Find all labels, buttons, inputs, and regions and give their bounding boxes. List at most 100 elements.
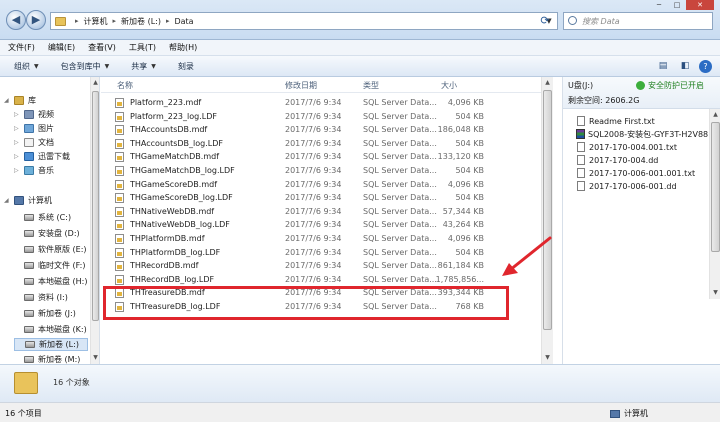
organize-button[interactable]: 组织 ▼: [14, 61, 39, 72]
text-file-icon: [577, 168, 585, 178]
burn-button[interactable]: 刻录: [178, 61, 194, 72]
scroll-thumb[interactable]: [711, 122, 720, 252]
scroll-down-icon[interactable]: ▼: [91, 352, 99, 364]
refresh-icon[interactable]: ⟳: [536, 13, 554, 29]
file-row[interactable]: THAccountsDB.mdf 2017/7/6 9:34 SQL Server …: [113, 123, 491, 137]
scroll-up-icon[interactable]: ▲: [542, 77, 553, 89]
breadcrumb-folder[interactable]: Data: [174, 17, 193, 26]
menu-file[interactable]: 文件(F): [8, 42, 35, 53]
menu-help[interactable]: 帮助(H): [169, 42, 197, 53]
nav-drive-k[interactable]: 本地磁盘 (K:): [14, 323, 87, 336]
nav-drive-j[interactable]: 新加卷 (J:): [14, 307, 76, 320]
address-bar[interactable]: ▸ 计算机 ▸ 新加卷 (L:) ▸ Data ▼: [50, 12, 558, 30]
file-row[interactable]: THGameScoreDB_log.LDF 2017/7/6 9:34 SQL Se…: [113, 191, 491, 205]
drive-icon: [24, 278, 34, 285]
expand-icon[interactable]: ▷: [14, 139, 22, 146]
nav-scrollbar[interactable]: ▲ ▼: [90, 77, 99, 364]
scroll-thumb[interactable]: [543, 90, 552, 330]
preview-file-item[interactable]: SQL2008-安装包-GYF3T-H2V88...: [576, 128, 716, 140]
minimize-button[interactable]: ─: [650, 0, 668, 10]
expand-icon[interactable]: ▷: [14, 153, 22, 160]
safe-protection-label: 安全防护已开启: [648, 81, 704, 90]
nav-drive-i[interactable]: 资料 (I:): [14, 291, 68, 304]
expand-icon[interactable]: ▷: [14, 125, 22, 132]
file-row[interactable]: THGameMatchDB_log.LDF 2017/7/6 9:34 SQL Se…: [113, 164, 491, 178]
scroll-up-icon[interactable]: ▲: [91, 77, 99, 89]
column-name[interactable]: 名称: [117, 80, 133, 91]
file-row[interactable]: THNativeWebDB_log.LDF 2017/7/6 9:34 SQL Se…: [113, 218, 491, 232]
preview-scrollbar[interactable]: ▲ ▼: [709, 109, 720, 299]
back-button[interactable]: ◀: [6, 10, 26, 30]
file-row[interactable]: THNativeWebDB.mdf 2017/7/6 9:34 SQL Server…: [113, 205, 491, 219]
file-row[interactable]: THGameMatchDB.mdf 2017/7/6 9:34 SQL Server…: [113, 150, 491, 164]
nav-documents[interactable]: ▷ 文档: [14, 136, 54, 149]
scroll-up-icon[interactable]: ▲: [710, 109, 720, 121]
organize-label: 组织: [14, 61, 30, 71]
menu-edit[interactable]: 编辑(E): [48, 42, 75, 53]
column-type[interactable]: 类型: [363, 80, 379, 91]
column-size[interactable]: 大小: [441, 80, 457, 91]
preview-file-item[interactable]: Readme First.txt: [577, 115, 655, 127]
file-list-scrollbar[interactable]: ▲ ▼: [541, 77, 553, 364]
nav-thunder-downloads[interactable]: ▷ 迅雷下载: [14, 150, 70, 163]
nav-drive-c[interactable]: 系统 (C:): [14, 211, 71, 224]
safe-protection-status[interactable]: 安全防护已开启: [636, 80, 704, 91]
scroll-thumb[interactable]: [92, 91, 99, 321]
file-row[interactable]: THRecordDB_log.LDF 2017/7/6 9:34 SQL Serve…: [113, 273, 491, 287]
view-options-icon[interactable]: ▤: [655, 59, 671, 74]
nav-music[interactable]: ▷ 音乐: [14, 164, 54, 177]
nav-drive-m[interactable]: 新加卷 (M:): [14, 353, 80, 364]
preview-file-item[interactable]: 2017-170-006-001.dd: [577, 180, 677, 192]
help-icon[interactable]: ?: [699, 60, 712, 73]
database-file-icon: [115, 111, 124, 122]
file-name: THGameScoreDB.mdf: [130, 179, 218, 189]
music-icon: [24, 166, 34, 175]
preview-file-name: 2017-170-006-001.001.txt: [589, 168, 696, 178]
expand-icon[interactable]: ▷: [14, 167, 22, 174]
file-row[interactable]: Platform_223.mdf 2017/7/6 9:34 SQL Server …: [113, 96, 491, 110]
database-file-icon: [115, 247, 124, 258]
file-row[interactable]: THAccountsDB_log.LDF 2017/7/6 9:34 SQL Ser…: [113, 137, 491, 151]
annotation-arrow-icon: [502, 236, 552, 276]
breadcrumb-separator-icon: ▸: [112, 17, 117, 25]
scroll-down-icon[interactable]: ▼: [710, 287, 720, 299]
breadcrumb-drive[interactable]: 新加卷 (L:): [121, 16, 161, 27]
nav-drive-l[interactable]: 新加卷 (L:): [14, 338, 88, 351]
file-row[interactable]: THPlatformDB_log.LDF 2017/7/6 9:34 SQL Ser…: [113, 246, 491, 260]
nav-documents-label: 文档: [38, 138, 54, 147]
preview-file-item[interactable]: 2017-170-006-001.001.txt: [577, 167, 695, 179]
expand-icon[interactable]: ▷: [14, 111, 22, 118]
file-row[interactable]: THRecordDB.mdf 2017/7/6 9:34 SQL Server Da…: [113, 259, 491, 273]
forward-button[interactable]: ▶: [26, 10, 46, 30]
file-icon: [577, 155, 585, 165]
nav-pictures[interactable]: ▷ 图片: [14, 122, 54, 135]
nav-computer[interactable]: ◢ 计算机: [4, 194, 52, 207]
nav-drive-f[interactable]: 临时文件 (F:): [14, 259, 85, 272]
file-row[interactable]: THGameScoreDB.mdf 2017/7/6 9:34 SQL Server…: [113, 178, 491, 192]
scroll-down-icon[interactable]: ▼: [542, 352, 553, 364]
database-file-icon: [115, 152, 124, 163]
share-button[interactable]: 共享 ▼: [131, 61, 156, 72]
nav-library[interactable]: ◢ 库: [4, 94, 36, 107]
preview-pane-icon[interactable]: ◧: [677, 59, 693, 74]
preview-file-item[interactable]: 2017-170-004.dd: [577, 154, 658, 166]
expand-icon[interactable]: ◢: [4, 197, 12, 204]
database-file-icon: [115, 220, 124, 231]
expand-icon[interactable]: ◢: [4, 97, 12, 104]
file-row[interactable]: THPlatformDB.mdf 2017/7/6 9:34 SQL Server …: [113, 232, 491, 246]
nav-drive-h[interactable]: 本地磁盘 (H:): [14, 275, 88, 288]
column-date[interactable]: 修改日期: [285, 80, 317, 91]
search-input[interactable]: 搜索 Data: [563, 12, 713, 30]
include-in-library-button[interactable]: 包含到库中 ▼: [61, 61, 110, 72]
maximize-button[interactable]: □: [668, 0, 686, 10]
close-button[interactable]: ✕: [686, 0, 714, 10]
file-size: 4,096 KB: [447, 98, 484, 107]
breadcrumb-computer[interactable]: 计算机: [84, 16, 108, 27]
nav-drive-e[interactable]: 软件原版 (E:): [14, 243, 87, 256]
nav-drive-d[interactable]: 安装盘 (D:): [14, 227, 80, 240]
menu-view[interactable]: 查看(V): [88, 42, 116, 53]
nav-video[interactable]: ▷ 视频: [14, 108, 54, 121]
menu-tools[interactable]: 工具(T): [129, 42, 156, 53]
file-row[interactable]: Platform_223_log.LDF 2017/7/6 9:34 SQL Ser…: [113, 110, 491, 124]
preview-file-item[interactable]: 2017-170-004.001.txt: [577, 141, 677, 153]
